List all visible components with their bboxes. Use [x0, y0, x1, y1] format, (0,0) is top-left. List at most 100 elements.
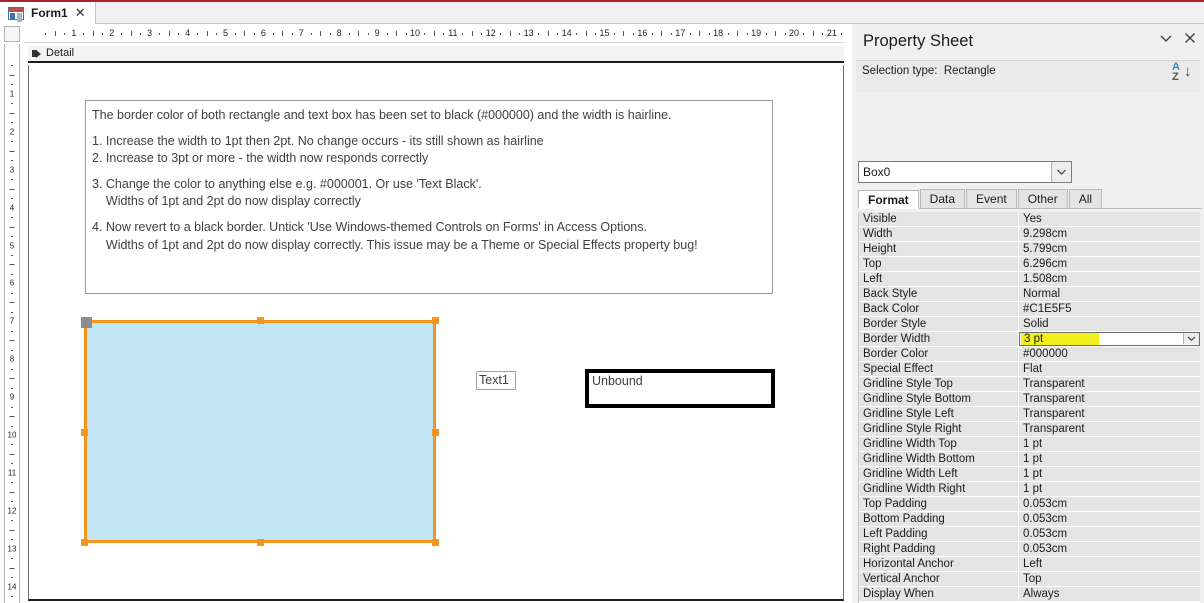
chevron-down-icon[interactable] [1051, 162, 1071, 182]
ruler-tick-label: 6 [260, 28, 266, 38]
property-tab-other[interactable]: Other [1017, 189, 1068, 208]
ruler-tick [11, 122, 13, 124]
instructions-text-box[interactable]: The border color of both rectangle and t… [85, 100, 773, 294]
resize-handle-middle-right[interactable] [432, 428, 439, 436]
vertical-ruler[interactable]: 1 2 3 4 5 6 7 8 9 10 11 12 13 14 [4, 44, 20, 603]
chevron-down-icon[interactable] [1183, 333, 1199, 344]
property-row[interactable]: Vertical Anchor Top [859, 572, 1200, 587]
property-value[interactable]: #C1E5F5 [1019, 302, 1200, 316]
property-row[interactable]: Back Style Normal [859, 287, 1200, 302]
property-tab-event[interactable]: Event [966, 189, 1017, 208]
resize-handle-bottom-left[interactable] [81, 539, 88, 546]
property-value[interactable]: 1 pt [1019, 452, 1200, 466]
property-row[interactable]: Gridline Style Bottom Transparent [859, 392, 1200, 407]
property-value[interactable]: 1 pt [1019, 467, 1200, 481]
property-value[interactable]: #000000 [1019, 347, 1200, 361]
property-row[interactable]: Bottom Padding 0.053cm [859, 512, 1200, 527]
selection-type-label: Selection type: [862, 65, 938, 77]
property-value[interactable]: 1 pt [1019, 437, 1200, 451]
form-canvas[interactable]: The border color of both rectangle and t… [28, 65, 844, 601]
property-row[interactable]: Border Style Solid [859, 317, 1200, 332]
property-value[interactable]: 3 pt [1019, 332, 1200, 346]
property-row[interactable]: Top Padding 0.053cm [859, 497, 1200, 512]
property-value[interactable]: Always [1019, 587, 1200, 601]
sort-alphabetical-button[interactable]: A Z ↓ [1168, 61, 1196, 91]
property-row[interactable]: Gridline Width Top 1 pt [859, 437, 1200, 452]
property-value[interactable]: 9.298cm [1019, 227, 1200, 241]
property-row[interactable]: Gridline Width Left 1 pt [859, 467, 1200, 482]
property-row[interactable]: Back Color #C1E5F5 [859, 302, 1200, 317]
section-collapse-icon[interactable] [32, 49, 41, 58]
resize-handle-bottom-right[interactable] [432, 539, 439, 546]
property-value[interactable]: Solid [1019, 317, 1200, 331]
property-value[interactable]: 5.799cm [1019, 242, 1200, 256]
property-row[interactable]: Display When Always [859, 587, 1200, 602]
property-row[interactable]: Gridline Style Top Transparent [859, 377, 1200, 392]
property-value[interactable]: 1.508cm [1019, 272, 1200, 286]
property-row[interactable]: Left Padding 0.053cm [859, 527, 1200, 542]
property-value[interactable]: 1 pt [1019, 482, 1200, 496]
property-value[interactable]: 0.053cm [1019, 497, 1200, 511]
property-row[interactable]: Gridline Width Bottom 1 pt [859, 452, 1200, 467]
move-handle[interactable] [81, 317, 92, 328]
ruler-corner-box[interactable] [4, 26, 20, 42]
ruler-tick-label: 3 [147, 28, 153, 38]
label-control-text1[interactable]: Text1 [476, 371, 516, 390]
property-row[interactable]: Height 5.799cm [859, 242, 1200, 257]
rectangle-shape[interactable] [84, 320, 436, 543]
textbox-control-unbound[interactable]: Unbound [585, 369, 775, 408]
property-row[interactable]: Visible Yes [859, 212, 1200, 227]
property-row[interactable]: Gridline Width Right 1 pt [859, 482, 1200, 497]
property-grid[interactable]: Visible Yes Width 9.298cm Height 5.799cm Top 6.… [858, 212, 1200, 603]
property-row[interactable]: Top 6.296cm [859, 257, 1200, 272]
property-tab-data[interactable]: Data [919, 189, 966, 208]
property-row[interactable]: Width 9.298cm [859, 227, 1200, 242]
property-value[interactable]: Transparent [1019, 392, 1200, 406]
note-line-spacer [92, 168, 764, 176]
close-icon[interactable] [1182, 30, 1198, 46]
property-value[interactable]: Left [1019, 557, 1200, 571]
property-tabs[interactable]: Format Data Event Other All [858, 189, 1202, 209]
property-row[interactable]: Border Color #000000 [859, 347, 1200, 362]
form-design-surface[interactable]: Detail The border color of both rectangl… [24, 44, 844, 603]
property-value[interactable]: Yes [1019, 212, 1200, 226]
property-value[interactable]: Top [1019, 572, 1200, 586]
property-row[interactable]: Special Effect Flat [859, 362, 1200, 377]
ruler-tick [11, 198, 13, 200]
property-value[interactable]: Transparent [1019, 377, 1200, 391]
property-tab-format[interactable]: Format [858, 190, 919, 209]
property-name: Display When [859, 587, 1019, 601]
ruler-tick-label: 9 [9, 392, 15, 402]
property-row[interactable]: Horizontal Anchor Left [859, 557, 1200, 572]
property-row[interactable]: Gridline Style Left Transparent [859, 407, 1200, 422]
property-value[interactable]: 6.296cm [1019, 257, 1200, 271]
ruler-tick-label: 5 [9, 241, 15, 250]
property-value[interactable]: 0.053cm [1019, 512, 1200, 526]
chevron-down-icon[interactable] [1158, 30, 1174, 46]
object-selector-combobox[interactable]: Box0 [858, 161, 1072, 183]
property-name: Border Width [859, 332, 1019, 346]
resize-handle-bottom-center[interactable] [257, 539, 264, 546]
property-row[interactable]: Gridline Style Right Transparent [859, 422, 1200, 437]
pane-splitter[interactable] [844, 24, 852, 603]
property-value[interactable]: 0.053cm [1019, 527, 1200, 541]
resize-handle-top-center[interactable] [257, 317, 264, 324]
document-tab-form1[interactable]: Form1 ✕ [0, 2, 96, 24]
property-value[interactable]: 0.053cm [1019, 542, 1200, 556]
close-icon[interactable]: ✕ [75, 2, 86, 24]
rectangle-control-selected[interactable] [81, 317, 439, 546]
property-row[interactable]: Left 1.508cm [859, 272, 1200, 287]
property-tab-all[interactable]: All [1068, 189, 1103, 208]
property-value[interactable]: Normal [1019, 287, 1200, 301]
property-value[interactable]: Transparent [1019, 407, 1200, 421]
property-row[interactable]: Border Width 3 pt [859, 332, 1200, 347]
ruler-tick [9, 226, 15, 228]
property-row[interactable]: Right Padding 0.053cm [859, 542, 1200, 557]
resize-handle-top-right[interactable] [432, 317, 439, 324]
selection-type-value: Rectangle [943, 65, 996, 77]
ruler-tick [519, 33, 521, 35]
detail-section-bar[interactable]: Detail [28, 46, 844, 63]
property-value[interactable]: Flat [1019, 362, 1200, 376]
property-value[interactable]: Transparent [1019, 422, 1200, 436]
resize-handle-middle-left[interactable] [81, 428, 88, 436]
